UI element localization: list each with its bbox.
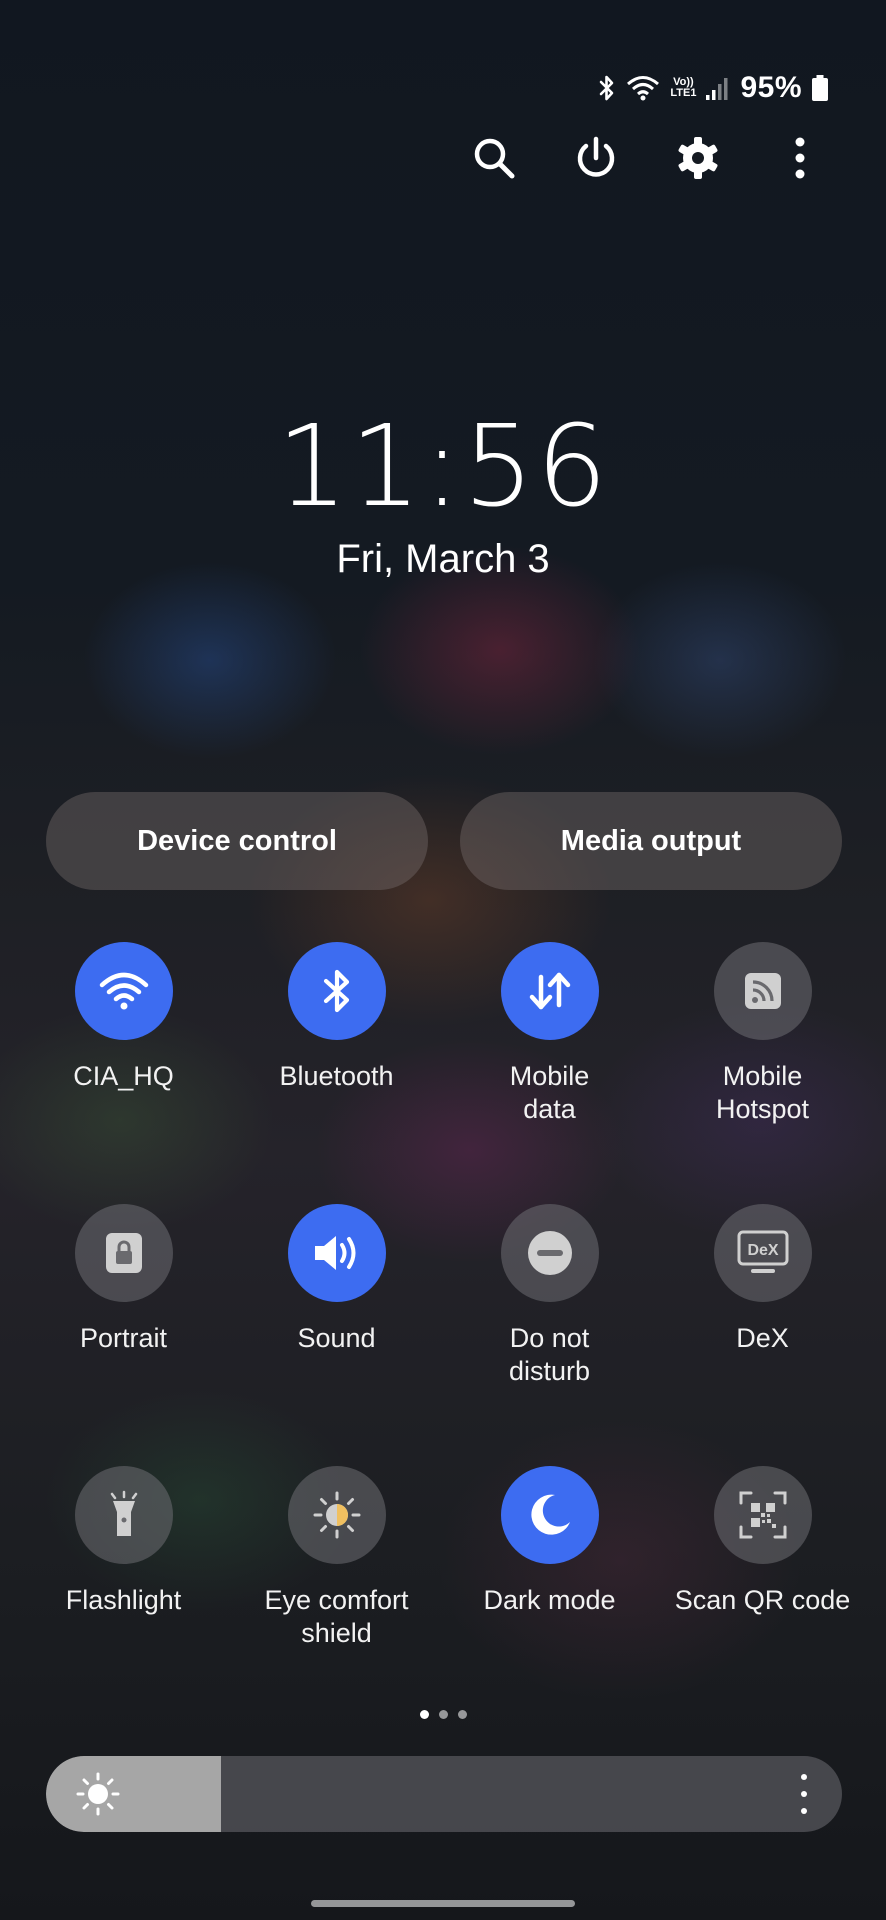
tile-dnd-circle[interactable] [500, 1204, 599, 1302]
brightness-fill[interactable] [46, 1756, 222, 1832]
tile-sound[interactable]: Sound [230, 1204, 443, 1355]
tile-dex[interactable]: DeX DeX [656, 1204, 869, 1355]
tile-dex-circle[interactable]: DeX [713, 1204, 812, 1302]
brightness-sun-icon [76, 1772, 120, 1816]
clock-date[interactable]: Fri, March 3 [0, 534, 886, 584]
tile-wifi[interactable]: CIA_HQ [17, 942, 230, 1093]
clock-time[interactable]: 11:56 [0, 402, 886, 532]
page-indicator [0, 1710, 886, 1719]
tile-portrait-circle[interactable] [74, 1204, 173, 1302]
tile-hotspot[interactable]: Mobile Hotspot [656, 942, 869, 1126]
tile-hotspot-circle[interactable] [713, 942, 812, 1040]
bluetooth-icon [598, 74, 616, 102]
tile-portrait[interactable]: Portrait [17, 1204, 230, 1355]
eye-comfort-icon [313, 1491, 360, 1539]
hotspot-icon [744, 973, 781, 1009]
tile-mobile-data[interactable]: Mobile data [443, 942, 656, 1126]
tile-bluetooth[interactable]: Bluetooth [230, 942, 443, 1093]
search-button[interactable] [466, 130, 522, 186]
mobile-data-icon [529, 972, 570, 1010]
device-control-button[interactable]: Device control [46, 792, 428, 890]
flashlight-icon [110, 1490, 137, 1536]
more-options-button[interactable] [772, 130, 828, 186]
dex-icon: DeX [737, 1230, 788, 1273]
tile-eye-comfort[interactable]: Eye comfort shield [230, 1466, 443, 1650]
tile-portrait-label: Portrait [79, 1323, 168, 1353]
wifi-icon [99, 972, 148, 1010]
brightness-slider[interactable] [46, 1756, 842, 1832]
page-dot[interactable] [457, 1710, 467, 1719]
tile-flashlight-label: Flashlight [65, 1585, 182, 1615]
sound-icon [314, 1236, 355, 1270]
tile-eye-comfort-label: Eye comfort shield [264, 1585, 409, 1648]
tile-dark-mode[interactable]: Dark mode [443, 1466, 656, 1617]
rotation-lock-icon [105, 1233, 142, 1273]
tile-flashlight-circle[interactable] [74, 1466, 173, 1564]
tile-wifi-label: CIA_HQ [73, 1061, 174, 1091]
tile-hotspot-label: Mobile Hotspot [715, 1061, 810, 1124]
page-dot[interactable] [438, 1710, 448, 1719]
tile-qr[interactable]: Scan QR code [656, 1466, 869, 1617]
dark-mode-icon [530, 1494, 570, 1535]
tile-wifi-circle[interactable] [74, 942, 173, 1040]
search-icon [474, 138, 515, 179]
tile-eye-comfort-circle[interactable] [287, 1466, 386, 1564]
home-indicator[interactable] [311, 1900, 575, 1907]
tile-bluetooth-label: Bluetooth [279, 1061, 394, 1091]
tile-qr-label: Scan QR code [674, 1585, 851, 1615]
dex-icon-text: DeX [747, 1242, 778, 1259]
tile-dnd-label: Do not disturb [508, 1323, 591, 1386]
wifi-icon [626, 74, 660, 102]
page-dot[interactable] [419, 1710, 429, 1719]
tile-dex-label: DeX [736, 1323, 789, 1353]
brightness-more-icon[interactable] [792, 1774, 816, 1814]
tile-dark-mode-circle[interactable] [500, 1466, 599, 1564]
tile-flashlight[interactable]: Flashlight [17, 1466, 230, 1617]
tile-mobile-data-label: Mobile data [509, 1061, 590, 1124]
status-bar: Vo)) LTE1 95% [598, 68, 828, 108]
tile-mobile-data-circle[interactable] [500, 942, 599, 1040]
do-not-disturb-icon [527, 1231, 572, 1275]
tile-qr-circle[interactable] [713, 1466, 812, 1564]
settings-gear-icon [678, 137, 718, 179]
media-output-button[interactable]: Media output [460, 792, 842, 890]
tile-sound-label: Sound [297, 1323, 376, 1353]
battery-icon [812, 75, 828, 101]
top-actions [0, 130, 886, 186]
tile-dnd[interactable]: Do not disturb [443, 1204, 656, 1388]
settings-button[interactable] [670, 130, 726, 186]
power-icon [577, 136, 615, 177]
tile-bluetooth-circle[interactable] [287, 942, 386, 1040]
bluetooth-icon [323, 969, 349, 1013]
signal-icon [706, 75, 730, 101]
more-vertical-icon [795, 137, 805, 179]
battery-percent: 95% [740, 71, 802, 104]
tile-sound-circle[interactable] [287, 1204, 386, 1302]
power-button[interactable] [568, 130, 624, 186]
tile-dark-mode-label: Dark mode [483, 1585, 616, 1615]
volte-bottom-text: LTE1 [670, 87, 697, 99]
volte-icon: Vo)) LTE1 [670, 77, 696, 99]
qr-scan-icon [739, 1491, 786, 1539]
